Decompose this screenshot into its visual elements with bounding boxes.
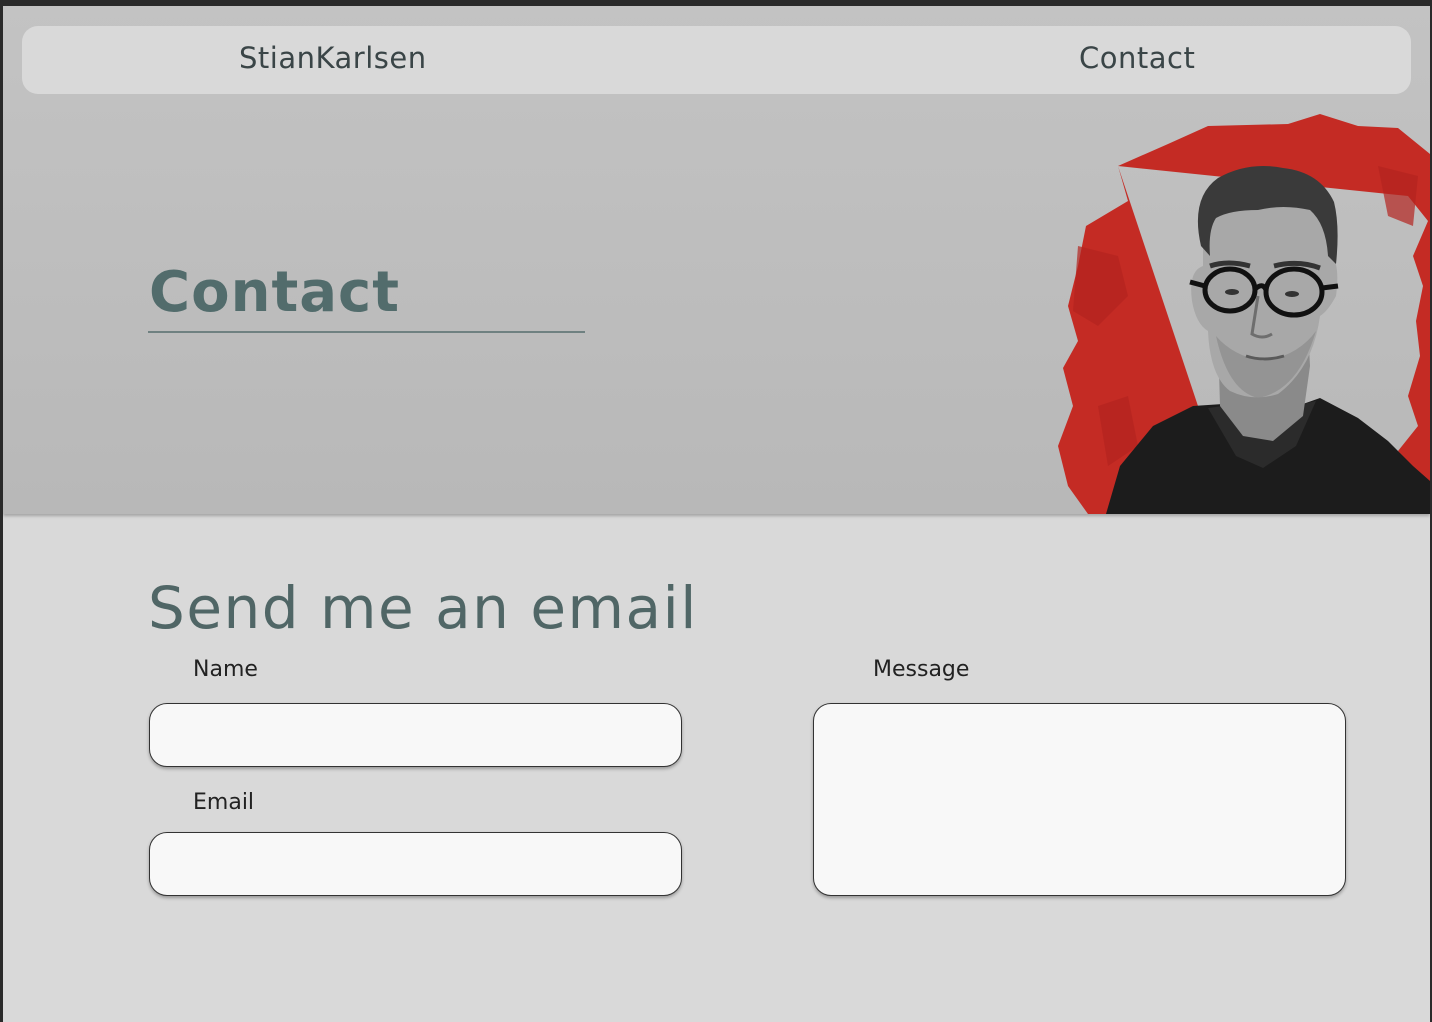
brand-logo-link[interactable]: StianKarlsen [239, 41, 427, 75]
nav-link-contact[interactable]: Contact [1079, 41, 1195, 75]
portrait-image [1058, 114, 1430, 514]
hero-title-underline [148, 331, 585, 333]
hero-title: Contact [149, 260, 400, 325]
form-title: Send me an email [148, 574, 698, 642]
message-textarea[interactable] [813, 703, 1346, 896]
email-input[interactable] [149, 832, 682, 896]
navbar: StianKarlsen Contact [22, 26, 1411, 94]
email-label: Email [193, 790, 255, 815]
message-label: Message [873, 657, 970, 682]
name-input[interactable] [149, 703, 682, 767]
name-label: Name [193, 657, 258, 682]
page: Contact StianKarlsen Contact Send me an … [3, 6, 1430, 1022]
